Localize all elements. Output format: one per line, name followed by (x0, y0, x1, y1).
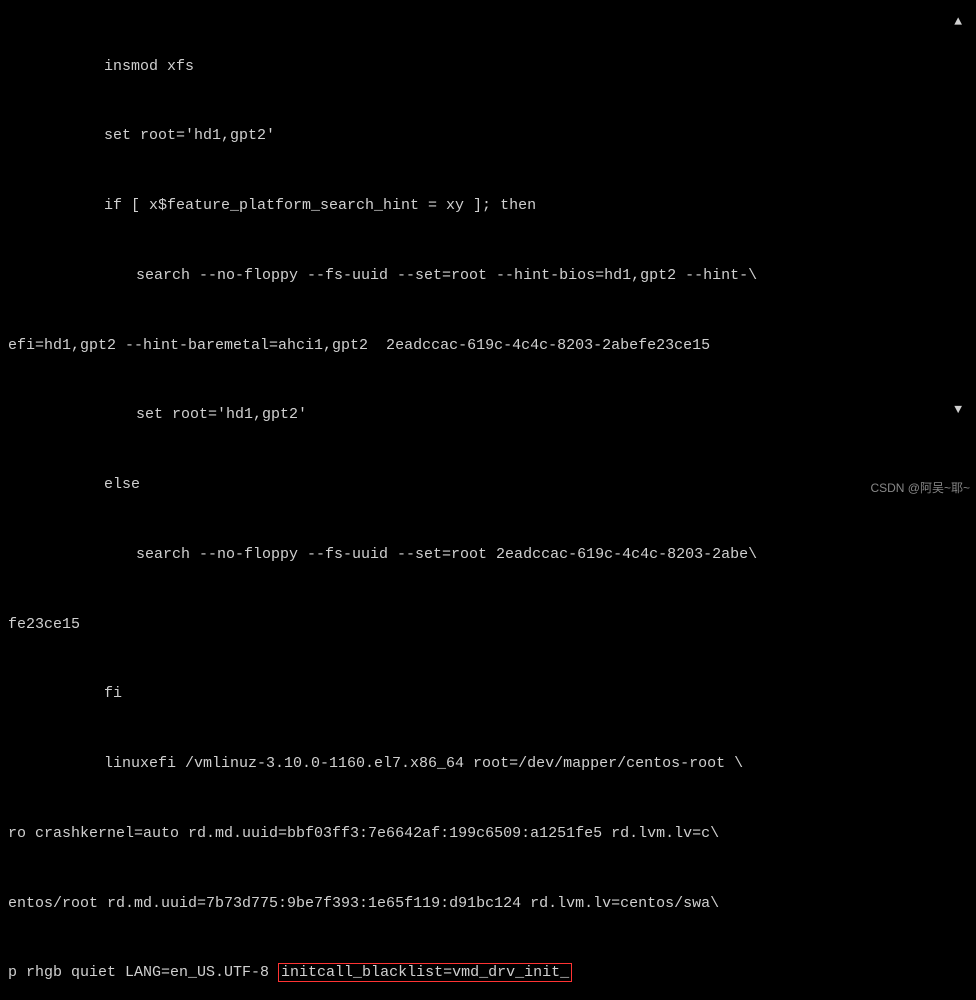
code-text: else (104, 476, 140, 493)
code-text: if [ x$feature_platform_search_hint = xy… (104, 197, 536, 214)
code-line: entos/root rd.md.uuid=7b73d775:9be7f393:… (8, 892, 976, 915)
grub-editor[interactable]: insmod xfs set root='hd1,gpt2' if [ x$fe… (0, 0, 976, 1000)
code-text: linuxefi /vmlinuz-3.10.0-1160.el7.x86_64… (104, 755, 743, 772)
highlight-text: initcall_blacklist=vmd_drv_init_ (281, 964, 569, 981)
highlighted-kernel-param: initcall_blacklist=vmd_drv_init_ (278, 963, 572, 982)
code-text: search --no-floppy --fs-uuid --set=root … (136, 546, 757, 563)
code-text: fi (104, 685, 122, 702)
code-line: efi=hd1,gpt2 --hint-baremetal=ahci1,gpt2… (8, 334, 976, 357)
watermark-text: CSDN @阿吴~耶~ (870, 479, 970, 498)
scroll-down-icon[interactable]: ▼ (954, 400, 962, 420)
code-line: linuxefi /vmlinuz-3.10.0-1160.el7.x86_64… (8, 752, 976, 775)
code-text: set root='hd1,gpt2' (104, 127, 275, 144)
code-text: insmod xfs (104, 58, 194, 75)
code-line: set root='hd1,gpt2' (8, 403, 976, 426)
code-line: search --no-floppy --fs-uuid --set=root … (8, 264, 976, 287)
code-text: set root='hd1,gpt2' (136, 406, 307, 423)
code-text: search --no-floppy --fs-uuid --set=root … (136, 267, 757, 284)
code-line: else (8, 473, 976, 496)
code-line: fi (8, 682, 976, 705)
code-text: ro crashkernel=auto rd.md.uuid=bbf03ff3:… (8, 825, 719, 842)
code-text: fe23ce15 (8, 616, 80, 633)
code-line: p rhgb quiet LANG=en_US.UTF-8 initcall_b… (8, 961, 976, 984)
code-line: if [ x$feature_platform_search_hint = xy… (8, 194, 976, 217)
code-line: search --no-floppy --fs-uuid --set=root … (8, 543, 976, 566)
code-text: p rhgb quiet LANG=en_US.UTF-8 (8, 964, 278, 981)
code-line: fe23ce15 (8, 613, 976, 636)
scroll-up-icon[interactable]: ▲ (954, 12, 962, 32)
code-line: ro crashkernel=auto rd.md.uuid=bbf03ff3:… (8, 822, 976, 845)
code-text: efi=hd1,gpt2 --hint-baremetal=ahci1,gpt2… (8, 337, 710, 354)
code-line: set root='hd1,gpt2' (8, 124, 976, 147)
code-text: entos/root rd.md.uuid=7b73d775:9be7f393:… (8, 895, 719, 912)
code-line: insmod xfs (8, 55, 976, 78)
